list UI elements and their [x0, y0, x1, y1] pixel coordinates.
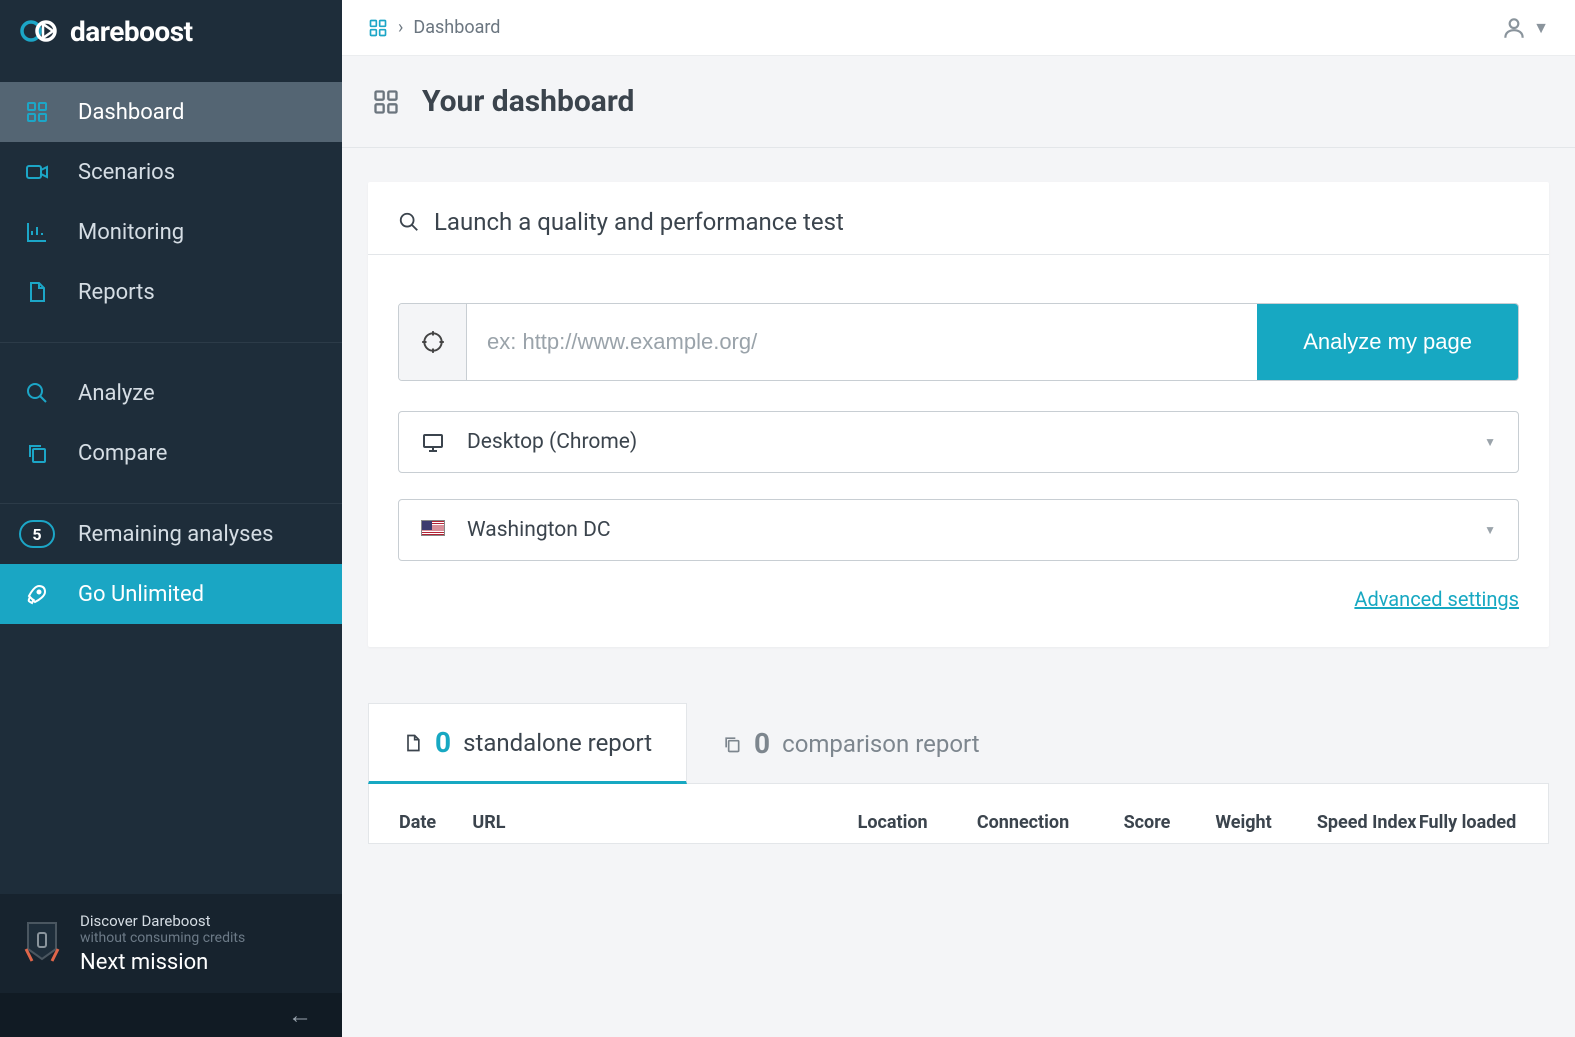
mission-text: Discover Dareboost without consuming cre… [80, 912, 245, 975]
col-connection: Connection [977, 812, 1124, 833]
main: › Dashboard ▼ Your dashboard Launch a qu… [342, 0, 1575, 1037]
mission-promo[interactable]: Discover Dareboost without consuming cre… [0, 894, 342, 993]
video-icon [22, 160, 52, 184]
topbar: › Dashboard ▼ [342, 0, 1575, 56]
logo-icon [20, 16, 60, 46]
flag-us-icon [421, 518, 445, 542]
location-value: Washington DC [467, 518, 611, 542]
url-input[interactable] [467, 304, 1257, 380]
nav-account: 5 Remaining analyses Go Unlimited [0, 504, 342, 624]
content: Launch a quality and performance test An… [342, 148, 1575, 1037]
col-location: Location [858, 812, 977, 833]
rocket-icon [22, 582, 52, 606]
tab-standalone[interactable]: 0 standalone report [368, 703, 687, 784]
col-speed-index: Speed Index [1316, 812, 1417, 833]
brand-logo[interactable]: dareboost [0, 0, 342, 62]
nav-primary: Dashboard Scenarios Monitoring Reports [0, 62, 342, 342]
sidebar-item-unlimited[interactable]: Go Unlimited [0, 564, 342, 624]
sidebar-item-compare[interactable]: Compare [0, 423, 342, 483]
url-input-group: Analyze my page [398, 303, 1519, 381]
dashboard-icon [372, 88, 400, 116]
sidebar-item-label: Analyze [78, 381, 155, 406]
sidebar-item-remaining[interactable]: 5 Remaining analyses [0, 504, 342, 564]
col-score: Score [1124, 812, 1216, 833]
dashboard-icon [22, 100, 52, 124]
launch-heading: Launch a quality and performance test [368, 182, 1549, 255]
report-tabs: 0 standalone report 0 comparison report [368, 703, 1549, 783]
file-icon [403, 733, 423, 753]
launch-card: Launch a quality and performance test An… [368, 182, 1549, 647]
col-date: Date [399, 812, 472, 833]
sidebar-item-label: Remaining analyses [78, 522, 274, 547]
copy-icon [722, 734, 742, 754]
sidebar-item-dashboard[interactable]: Dashboard [0, 82, 342, 142]
sidebar-item-label: Dashboard [78, 100, 184, 125]
breadcrumb-current[interactable]: Dashboard [413, 17, 500, 38]
sidebar-item-label: Monitoring [78, 220, 184, 245]
col-weight: Weight [1215, 812, 1316, 833]
sidebar-item-monitoring[interactable]: Monitoring [0, 202, 342, 262]
sidebar-item-label: Go Unlimited [78, 582, 204, 607]
caret-down-icon: ▼ [1484, 435, 1496, 449]
brand-name: dareboost [70, 15, 193, 48]
target-icon [399, 304, 467, 380]
device-select[interactable]: Desktop (Chrome) ▼ [398, 411, 1519, 473]
sidebar-item-label: Compare [78, 441, 167, 466]
dashboard-icon [368, 18, 388, 38]
sidebar-item-reports[interactable]: Reports [0, 262, 342, 322]
desktop-icon [421, 430, 445, 454]
location-select[interactable]: Washington DC ▼ [398, 499, 1519, 561]
sidebar-item-label: Scenarios [78, 160, 175, 185]
sidebar-item-scenarios[interactable]: Scenarios [0, 142, 342, 202]
chevron-right-icon: › [398, 17, 403, 38]
search-icon [398, 211, 420, 233]
sidebar: dareboost Dashboard Scenarios Monitoring… [0, 0, 342, 1037]
sidebar-item-label: Reports [78, 280, 155, 305]
advanced-settings-row: Advanced settings [398, 587, 1519, 611]
page-title: Your dashboard [422, 84, 634, 119]
reports-section: 0 standalone report 0 comparison report … [368, 703, 1549, 844]
nav-tools: Analyze Compare [0, 343, 342, 503]
chart-icon [22, 220, 52, 244]
badge-icon [22, 919, 62, 969]
caret-down-icon: ▼ [1533, 18, 1549, 38]
remaining-badge: 5 [22, 520, 52, 548]
file-icon [22, 280, 52, 304]
page-header: Your dashboard [342, 56, 1575, 148]
caret-down-icon: ▼ [1484, 523, 1496, 537]
user-icon [1501, 15, 1527, 41]
tab-comparison[interactable]: 0 comparison report [687, 703, 1015, 783]
advanced-settings-link[interactable]: Advanced settings [1354, 587, 1519, 611]
arrow-left-icon: ← [288, 1001, 312, 1030]
search-icon [22, 381, 52, 405]
copy-icon [22, 441, 52, 465]
breadcrumb: › Dashboard [368, 17, 500, 38]
sidebar-collapse[interactable]: ← [0, 993, 342, 1037]
col-fully-loaded: Fully loaded [1417, 812, 1518, 833]
table-header: Date URL Location Connection Score Weigh… [399, 812, 1518, 833]
reports-table: Date URL Location Connection Score Weigh… [368, 783, 1549, 844]
col-url: URL [472, 812, 857, 833]
sidebar-item-analyze[interactable]: Analyze [0, 363, 342, 423]
analyze-button[interactable]: Analyze my page [1257, 304, 1518, 380]
user-menu[interactable]: ▼ [1501, 15, 1549, 41]
device-value: Desktop (Chrome) [467, 430, 637, 454]
